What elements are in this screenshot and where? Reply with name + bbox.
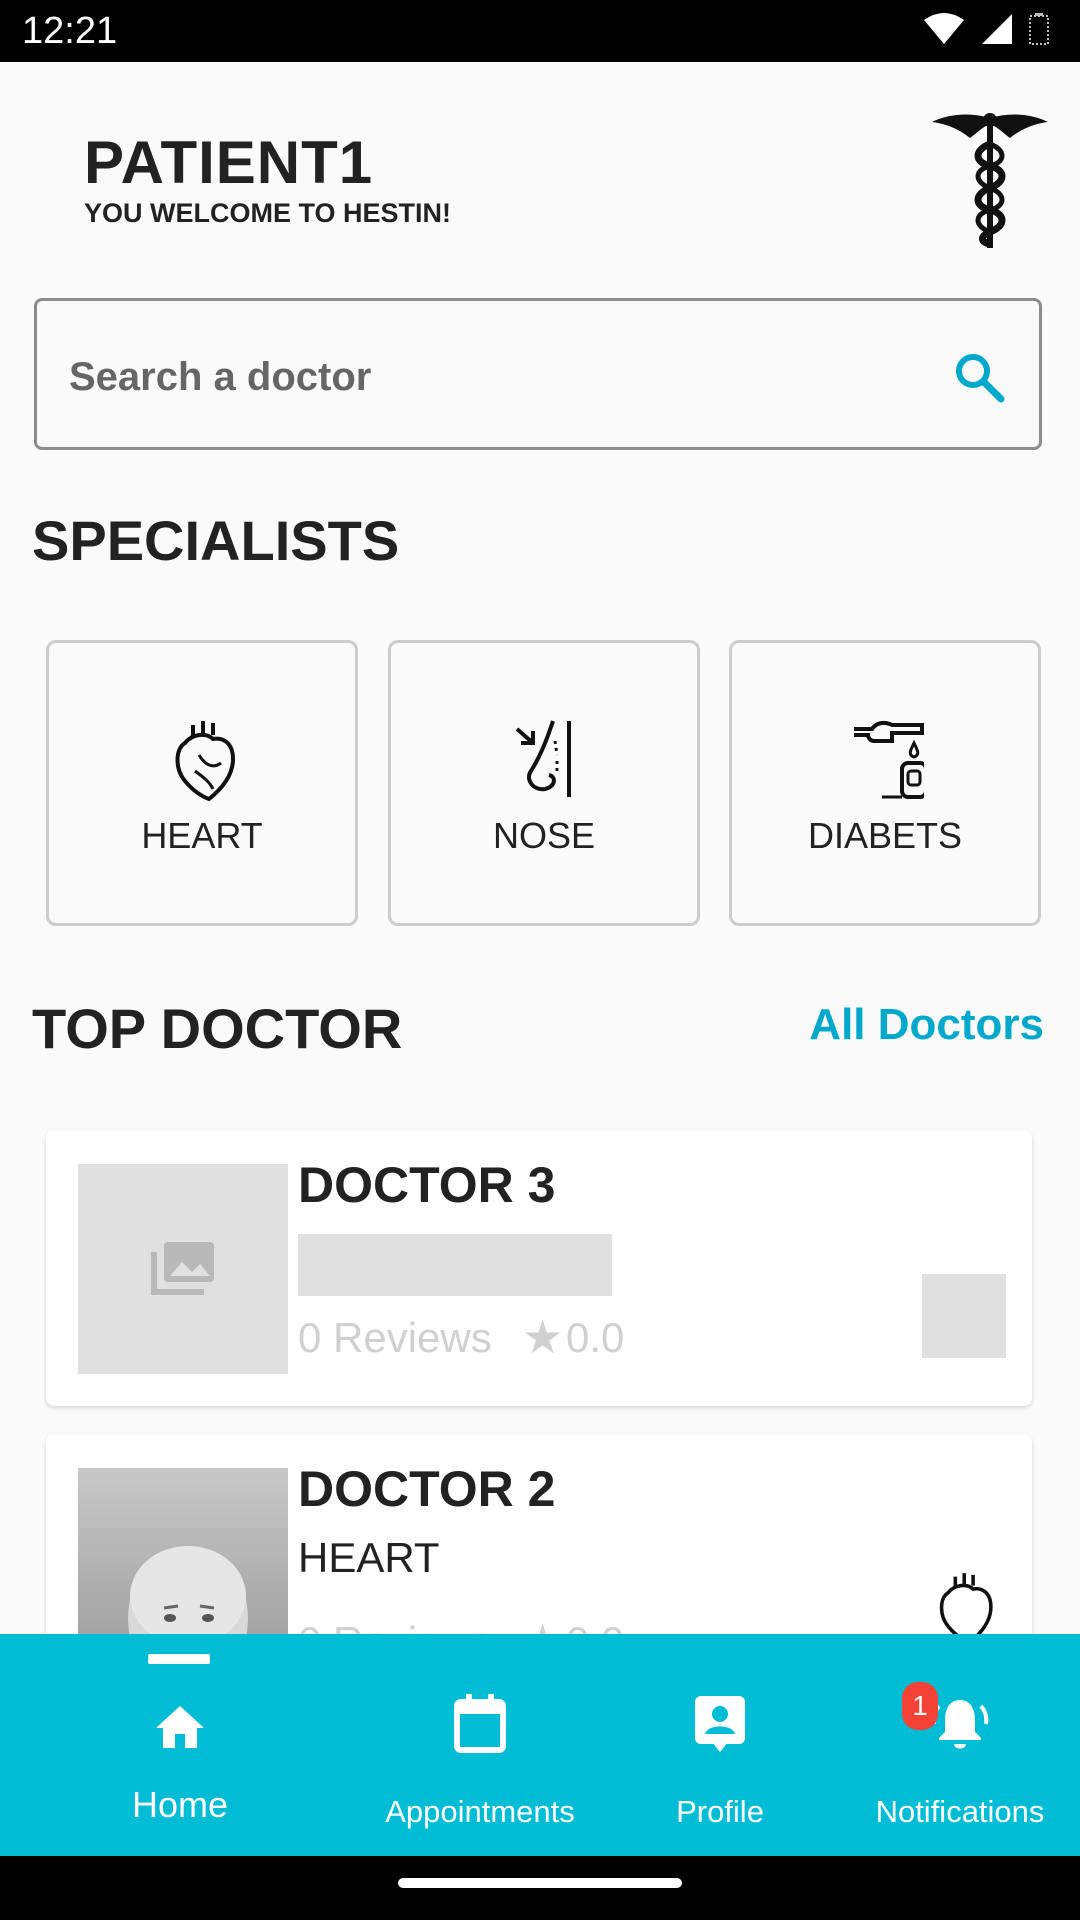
nav-profile[interactable]: Profile: [620, 1634, 820, 1856]
specialist-label: DIABETS: [807, 815, 963, 856]
doctor-photo: [78, 1468, 288, 1634]
calendar-icon: [454, 1694, 506, 1753]
doctor-specialty: HEART: [298, 1534, 440, 1581]
battery-icon: [1029, 13, 1049, 45]
nav-label: Profile: [676, 1794, 764, 1829]
signal-icon: [982, 14, 1012, 44]
nav-label: Notifications: [875, 1794, 1045, 1829]
doctor-card[interactable]: DOCTOR 3 0 Reviews ★ 0.0: [46, 1130, 1032, 1406]
home-gesture-handle[interactable]: [398, 1878, 682, 1888]
nav-label: Home: [131, 1784, 229, 1825]
nav-notifications[interactable]: Notifications: [860, 1634, 1060, 1856]
doctor-name: DOCTOR 2: [298, 1461, 556, 1517]
status-bar: 12:21: [0, 0, 1080, 62]
doctor-photo-placeholder: [78, 1164, 288, 1374]
nav-appointments[interactable]: Appointments: [360, 1634, 600, 1856]
doctor-reviews: 0 Reviews: [298, 1618, 492, 1634]
doctor-specialty-placeholder: [298, 1234, 612, 1296]
home-icon: [156, 1706, 204, 1748]
bell-icon: [931, 1700, 989, 1749]
patient-name: PATIENT1: [84, 129, 374, 196]
star-icon: ★: [522, 1614, 563, 1634]
specialist-label: NOSE: [492, 815, 596, 856]
search-icon[interactable]: [953, 351, 1005, 403]
doctor-name: DOCTOR 3: [298, 1157, 556, 1213]
caduceus-icon: [932, 113, 1048, 248]
search-input[interactable]: [67, 343, 931, 411]
glucose-meter-icon: [854, 720, 924, 799]
doctor-card[interactable]: DOCTOR 2 HEART 0 Reviews ★ 0.0: [46, 1434, 1032, 1634]
star-icon: ★: [522, 1311, 564, 1363]
specialists-title: SPECIALISTS: [32, 509, 400, 572]
status-icons: [922, 12, 1050, 46]
heart-organ-icon: [939, 1573, 993, 1634]
all-doctors-link[interactable]: All Doctors: [809, 1000, 1044, 1050]
specialist-card-heart[interactable]: HEART: [46, 640, 358, 926]
bottom-navigation: Home Appointments Profile Notifications …: [0, 1634, 1080, 1856]
nose-icon: [515, 720, 571, 797]
specialty-icon-placeholder: [922, 1274, 1006, 1358]
search-box[interactable]: [34, 298, 1042, 450]
notification-badge: 1: [902, 1682, 938, 1730]
placeholder-image-icon: [151, 1242, 214, 1295]
doctor-rating: 0.0: [566, 1314, 625, 1361]
wifi-icon: [924, 13, 964, 44]
doctor-rating: 0.0: [566, 1618, 624, 1634]
nav-label: Appointments: [385, 1794, 575, 1829]
doctor-portrait: [128, 1546, 248, 1634]
specialist-card-nose[interactable]: NOSE: [388, 640, 700, 926]
status-time: 12:21: [22, 10, 118, 52]
system-navigation-bar: [0, 1856, 1080, 1920]
welcome-message: YOU WELCOME TO HESTIN!: [84, 198, 452, 228]
specialist-card-diabets[interactable]: DIABETS: [729, 640, 1041, 926]
specialist-label: HEART: [141, 815, 263, 856]
heart-organ-icon: [175, 721, 236, 801]
top-doctor-title: TOP DOCTOR: [32, 997, 403, 1060]
doctor-reviews: 0 Reviews: [298, 1314, 492, 1361]
profile-icon: [695, 1696, 745, 1752]
nav-home[interactable]: Home: [60, 1634, 300, 1856]
